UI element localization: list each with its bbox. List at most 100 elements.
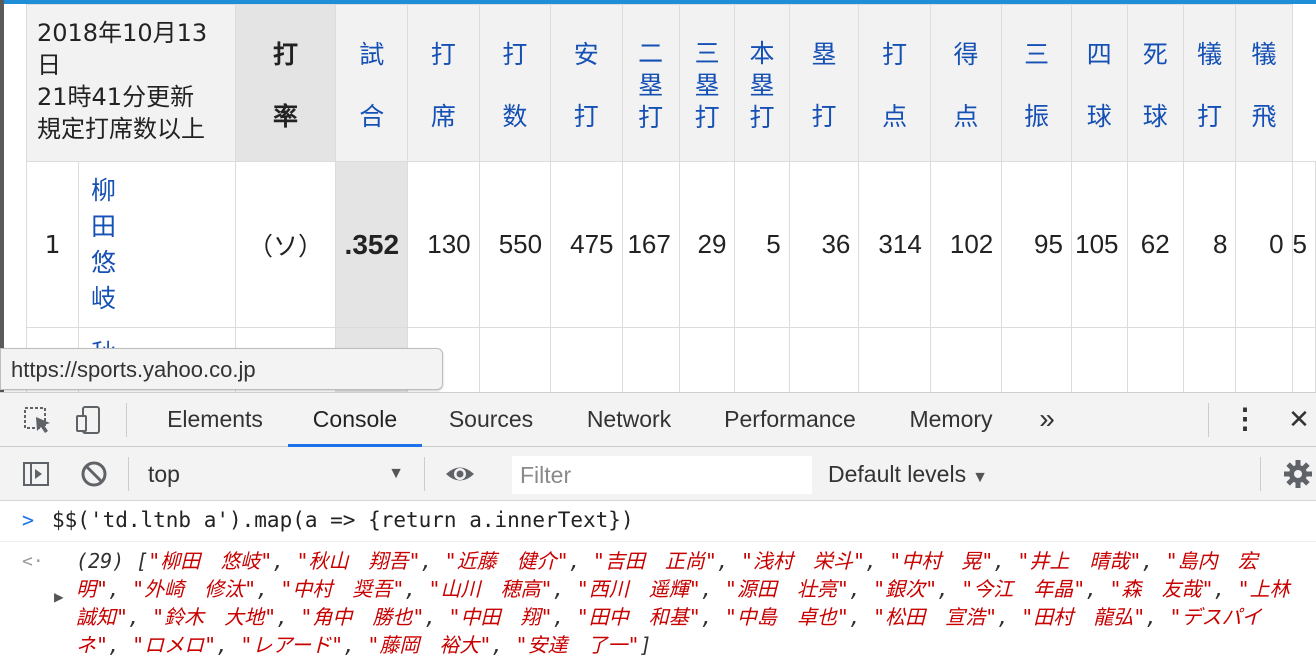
player-name-char: 柳 <box>91 175 117 205</box>
col-label-char: 打 <box>573 102 599 131</box>
inspect-element-icon[interactable] <box>22 404 54 436</box>
array-separator: , <box>700 577 725 601</box>
player-link[interactable]: 柳田悠岐 <box>91 173 235 317</box>
array-separator: , <box>997 605 1022 629</box>
result-arrow-icon: <· <box>22 551 44 572</box>
close-devtools-icon[interactable]: ✕ <box>1282 393 1316 447</box>
team-cell: （ソ） <box>234 161 337 328</box>
table-header-row: 2018年10月13日 21時41分更新 規定打席数以上 打率 試合 打席 打数… <box>26 4 1316 162</box>
array-separator: , <box>848 577 874 601</box>
player-name-char: 田 <box>91 211 117 241</box>
stat-cell <box>1126 327 1184 392</box>
col-label-char: 打 <box>430 40 456 69</box>
stat-at-bats: 475 <box>550 161 623 328</box>
array-string-item: "源田 壮亮" <box>724 577 849 601</box>
toolbar-divider <box>128 457 129 491</box>
clear-console-icon[interactable] <box>78 458 110 490</box>
column-header-hits[interactable]: 安打 <box>550 4 623 162</box>
col-label: 犠打 <box>1184 24 1235 148</box>
stat-total-bases: 314 <box>858 161 931 328</box>
array-separator: , <box>552 605 577 629</box>
tab-network[interactable]: Network <box>566 393 692 447</box>
column-header-plate-appearances[interactable]: 打席 <box>407 4 480 162</box>
array-string-item: "井上 晴哉" <box>1017 549 1142 573</box>
col-label-char: 打 <box>882 40 908 69</box>
tab-console[interactable]: Console <box>288 393 422 447</box>
array-string-item: "レアード" <box>240 633 344 657</box>
column-header-sacrifice-bunts[interactable]: 犠打 <box>1182 4 1237 162</box>
array-string-item: "鈴木 大地" <box>152 605 277 629</box>
stat-home-runs: 36 <box>788 161 860 328</box>
column-header-hit-by-pitch[interactable]: 死球 <box>1126 4 1184 162</box>
sidebar-toggle-icon[interactable] <box>20 458 52 490</box>
column-header-doubles[interactable]: 二塁打 <box>621 4 680 162</box>
col-label-char: 球 <box>1086 102 1112 131</box>
col-label-char: 四 <box>1086 40 1112 69</box>
kebab-menu-icon[interactable]: ⋮ <box>1228 393 1262 447</box>
gear-icon[interactable] <box>1282 458 1314 490</box>
console-filter-input[interactable] <box>512 456 812 494</box>
column-header-walks[interactable]: 四球 <box>1070 4 1128 162</box>
column-header-avg[interactable]: 打率 <box>234 4 337 162</box>
tab-elements[interactable]: Elements <box>150 393 280 447</box>
array-string-item: "安達 了一" <box>515 633 640 657</box>
array-string-item: "浅村 栄斗" <box>741 549 866 573</box>
column-header-triples[interactable]: 三塁打 <box>678 4 736 162</box>
column-header-runs[interactable]: 得点 <box>929 4 1003 162</box>
page-left-edge <box>0 0 4 392</box>
array-string-item: "柳田 悠岐" <box>148 549 273 573</box>
expand-triangle-icon[interactable]: ▶ <box>54 587 64 606</box>
column-header-sacrifice-flies[interactable]: 犠飛 <box>1235 4 1293 162</box>
stat-walks: 62 <box>1126 161 1184 328</box>
device-toolbar-icon[interactable] <box>74 404 106 436</box>
updated-time: 21時41分更新 <box>37 83 195 111</box>
array-separator: , <box>128 605 153 629</box>
col-label-char: 安 <box>573 40 599 69</box>
array-string-item: "秋山 翔吾" <box>296 549 421 573</box>
column-header-strikeouts[interactable]: 三振 <box>1001 4 1072 162</box>
col-label: 二塁打 <box>623 38 679 134</box>
column-header-home-runs[interactable]: 本塁打 <box>734 4 790 162</box>
web-page: 2018年10月13日 21時41分更新 規定打席数以上 打率 試合 打席 打数… <box>0 0 1316 392</box>
tab-performance[interactable]: Performance <box>706 393 874 447</box>
col-label-char: 塁 <box>694 71 720 100</box>
col-label-char: 犠 <box>1197 40 1223 69</box>
array-separator: , <box>272 549 297 573</box>
col-label-char: 数 <box>502 102 528 131</box>
col-label-char: 本 <box>749 39 775 68</box>
col-label-char: 犠 <box>1251 40 1277 69</box>
eye-icon[interactable] <box>444 458 476 490</box>
column-header-total-bases[interactable]: 塁打 <box>788 4 860 162</box>
array-separator: , <box>1085 577 1110 601</box>
col-label-char: 三 <box>1024 40 1050 69</box>
context-selector[interactable]: top ▼ <box>136 457 412 491</box>
col-label-char: 三 <box>694 39 720 68</box>
stat-rbi: 102 <box>929 161 1003 328</box>
tab-memory[interactable]: Memory <box>890 393 1012 447</box>
tabbar-divider <box>126 403 127 437</box>
column-header-rbi[interactable]: 打点 <box>858 4 931 162</box>
console-command: $$('td.ltnb a').map(a => {return a.inner… <box>52 508 634 532</box>
array-separator: , <box>491 633 516 657</box>
col-label-char: 打 <box>638 103 664 132</box>
array-string-item: "中村 奨吾" <box>280 577 405 601</box>
col-label: 試合 <box>336 24 407 148</box>
log-levels-dropdown[interactable]: Default levels ▼ <box>828 457 988 491</box>
stat-hits: 167 <box>621 161 680 328</box>
column-header-games[interactable]: 試合 <box>335 4 409 162</box>
console-output[interactable]: > $$('td.ltnb a').map(a => {return a.inn… <box>0 502 1316 658</box>
stat-cell <box>621 327 680 392</box>
array-string-item: "山川 穂高" <box>428 577 553 601</box>
array-preview[interactable]: (29) ["柳田 悠岐", "秋山 翔吾", "近藤 健介", "吉田 正尚"… <box>76 547 1310 658</box>
array-string-item: "中田 翔" <box>448 605 553 629</box>
col-label-char: 塁 <box>811 40 837 69</box>
rank-cell: 1 <box>25 161 80 328</box>
tab-sources[interactable]: Sources <box>432 393 550 447</box>
column-header-at-bats[interactable]: 打数 <box>478 4 552 162</box>
more-tabs-icon[interactable]: » <box>1028 393 1066 447</box>
col-label-char: 打 <box>502 40 528 69</box>
prompt-chevron-icon: > <box>22 508 35 532</box>
col-label: 死球 <box>1128 24 1183 148</box>
stat-hit-by-pitch: 8 <box>1182 161 1237 328</box>
array-string-item: "田中 和基" <box>576 605 701 629</box>
